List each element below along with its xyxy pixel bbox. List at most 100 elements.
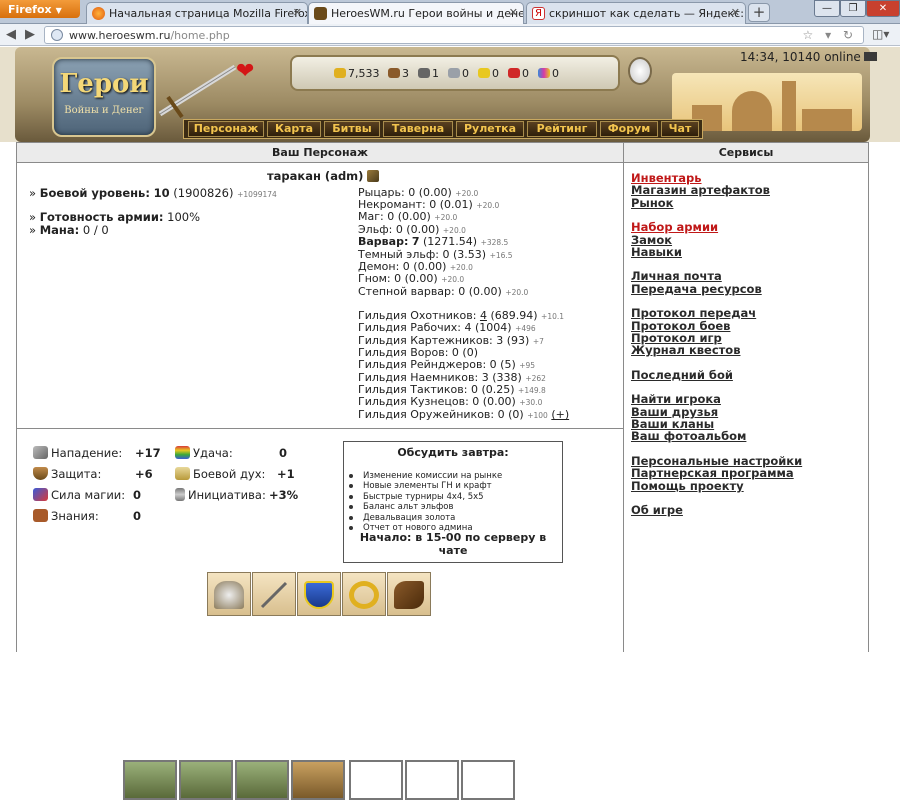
link-transfer-log[interactable]: Протокол передач: [631, 306, 756, 320]
new-tab-button[interactable]: +: [748, 3, 770, 22]
search-engine-icon[interactable]: ◫▾: [872, 27, 889, 41]
minimize-button[interactable]: —: [814, 0, 840, 17]
stat-defense: Защита: +6: [33, 467, 153, 481]
army-readiness: » Готовность армии: 100%: [29, 210, 201, 224]
firefox-menu-button[interactable]: Firefox ▼: [0, 0, 80, 18]
list-item: Баланс альт эльфов: [348, 502, 562, 512]
tab-firefox-start[interactable]: Начальная страница Mozilla Firefox ✕: [86, 2, 308, 24]
menu-battles[interactable]: Битвы: [324, 121, 380, 137]
army-slot[interactable]: [291, 760, 345, 800]
globe-icon: [51, 29, 63, 41]
stat-spell-power: Сила магии: 0: [33, 488, 141, 502]
army-slot[interactable]: [123, 760, 177, 800]
army-slot-empty[interactable]: [461, 760, 515, 800]
edit-icon[interactable]: [367, 170, 380, 182]
crystals-icon: [508, 68, 520, 78]
resource-crystals: 0: [508, 67, 529, 80]
army-slot-empty[interactable]: [349, 760, 403, 800]
game-logo[interactable]: Герои Войны и Денег: [52, 57, 156, 137]
magic-wand-icon: [33, 488, 48, 501]
yandex-icon: Я: [532, 7, 545, 20]
sulfur-icon: [478, 68, 490, 78]
equip-slot-mount[interactable]: [387, 572, 431, 616]
stat-luck: Удача: 0: [175, 446, 287, 460]
resources-bar: 7,533 3 1 0 0 0 0: [290, 55, 620, 91]
menu-roulette[interactable]: Рулетка: [456, 121, 524, 137]
logo-subtitle: Войны и Денег: [64, 105, 144, 116]
ring-icon: [349, 581, 379, 609]
stat-knowledge: Знания: 0: [33, 509, 141, 523]
add-button[interactable]: (+): [551, 408, 569, 421]
chevron-down-icon: ▼: [55, 6, 62, 15]
shield-icon: [304, 581, 334, 609]
link-market[interactable]: Рынок: [631, 196, 673, 210]
stat-attack: Нападение: +17: [33, 446, 161, 460]
link-recruit-army[interactable]: Набор армии: [631, 220, 718, 234]
back-icon[interactable]: ◀: [6, 27, 16, 42]
book-icon: [33, 509, 48, 522]
army-slot[interactable]: [235, 760, 289, 800]
wood-icon: [388, 68, 400, 78]
character-panel: Ваш Персонаж таракан (adm) » Боевой уров…: [16, 142, 624, 800]
link-transfer-resources[interactable]: Передача ресурсов: [631, 282, 762, 296]
resource-sulfur: 0: [478, 67, 499, 80]
link-photo-album[interactable]: Ваш фотоальбом: [631, 429, 746, 443]
ore-icon: [418, 68, 430, 78]
game-header: Герои Войны и Денег ❤ 7,533 3 1 0 0 0 0 …: [0, 47, 900, 142]
mail-icon[interactable]: [863, 52, 877, 61]
shield-icon: [33, 467, 48, 480]
close-icon[interactable]: ✕: [731, 6, 740, 19]
stat-initiative: Инициатива: +3%: [175, 488, 298, 502]
link-about-game[interactable]: Об игре: [631, 503, 683, 517]
section-divider: [17, 428, 623, 429]
equip-slot-ring[interactable]: [342, 572, 386, 616]
menu-map[interactable]: Карта: [267, 121, 321, 137]
link-artifact-shop[interactable]: Магазин артефактов: [631, 183, 770, 197]
forward-icon[interactable]: ▶: [25, 27, 35, 42]
tab-yandex[interactable]: Я скриншот как сделать — Яндекс: на... ✕: [526, 2, 746, 24]
guild-gunsmiths: Гильдия Оружейников: 0 (0) +100 (+): [358, 408, 570, 421]
gold-icon: [334, 68, 346, 78]
link-private-mail[interactable]: Личная почта: [631, 269, 722, 283]
faction-barbarian: Варвар: 7 (1271.54) +328.5: [358, 235, 509, 248]
bookmark-star-icon[interactable]: ☆ ▾ ↻: [803, 28, 857, 42]
menu-forum[interactable]: Форум: [600, 121, 658, 137]
close-icon[interactable]: ✕: [509, 6, 518, 19]
wings-icon: [175, 467, 190, 480]
menu-chat[interactable]: Чат: [661, 121, 699, 137]
logo-title: Герои: [59, 69, 149, 99]
menu-character[interactable]: Персонаж: [188, 121, 264, 137]
resource-wood: 3: [388, 67, 409, 80]
army-slot-empty[interactable]: [405, 760, 459, 800]
menu-tavern[interactable]: Таверна: [383, 121, 453, 137]
tab-heroeswm[interactable]: HeroesWM.ru Герои войны и денег. ... ✕: [308, 2, 524, 24]
firefox-menu-label: Firefox: [8, 3, 52, 16]
link-partner-program[interactable]: Партнерская программа: [631, 466, 794, 480]
equip-slot-helmet[interactable]: [207, 572, 251, 616]
services-panel-title: Сервисы: [624, 143, 868, 163]
resource-gold: 7,533: [334, 67, 380, 80]
lamp-icon[interactable]: [628, 57, 652, 85]
link-last-battle[interactable]: Последний бой: [631, 368, 733, 382]
tab-title: HeroesWM.ru Герои войны и денег. ...: [331, 7, 523, 20]
close-window-button[interactable]: ✕: [866, 0, 900, 17]
character-panel-title: Ваш Персонаж: [17, 143, 623, 163]
list-item: Новые элементы ГН и крафт: [348, 481, 562, 491]
link-quest-journal[interactable]: Журнал квестов: [631, 343, 740, 357]
browser-tab-bar: Firefox ▼ Начальная страница Mozilla Fire…: [0, 0, 900, 24]
equip-slot-weapon[interactable]: [252, 572, 296, 616]
url-bar[interactable]: www.heroeswm.ru/home.php ☆ ▾ ↻: [44, 26, 864, 44]
menu-rating[interactable]: Рейтинг: [527, 121, 597, 137]
faction-mage: Маг: 0 (0.00) +20.0: [358, 210, 458, 223]
link-help-project[interactable]: Помощь проекту: [631, 479, 744, 493]
link-skills[interactable]: Навыки: [631, 245, 682, 259]
army-slot[interactable]: [179, 760, 233, 800]
guild-smiths: Гильдия Кузнецов: 0 (0.00) +30.0: [358, 395, 543, 408]
maximize-button[interactable]: ❐: [840, 0, 866, 17]
main-menu: Персонаж Карта Битвы Таверна Рулетка Рей…: [183, 119, 703, 139]
equip-slot-shield[interactable]: [297, 572, 341, 616]
discussion-list: Изменение комиссии на рынке Новые элемен…: [344, 471, 562, 533]
mercury-icon: [448, 68, 460, 78]
close-icon[interactable]: ✕: [293, 6, 302, 19]
link-find-player[interactable]: Найти игрока: [631, 392, 721, 406]
